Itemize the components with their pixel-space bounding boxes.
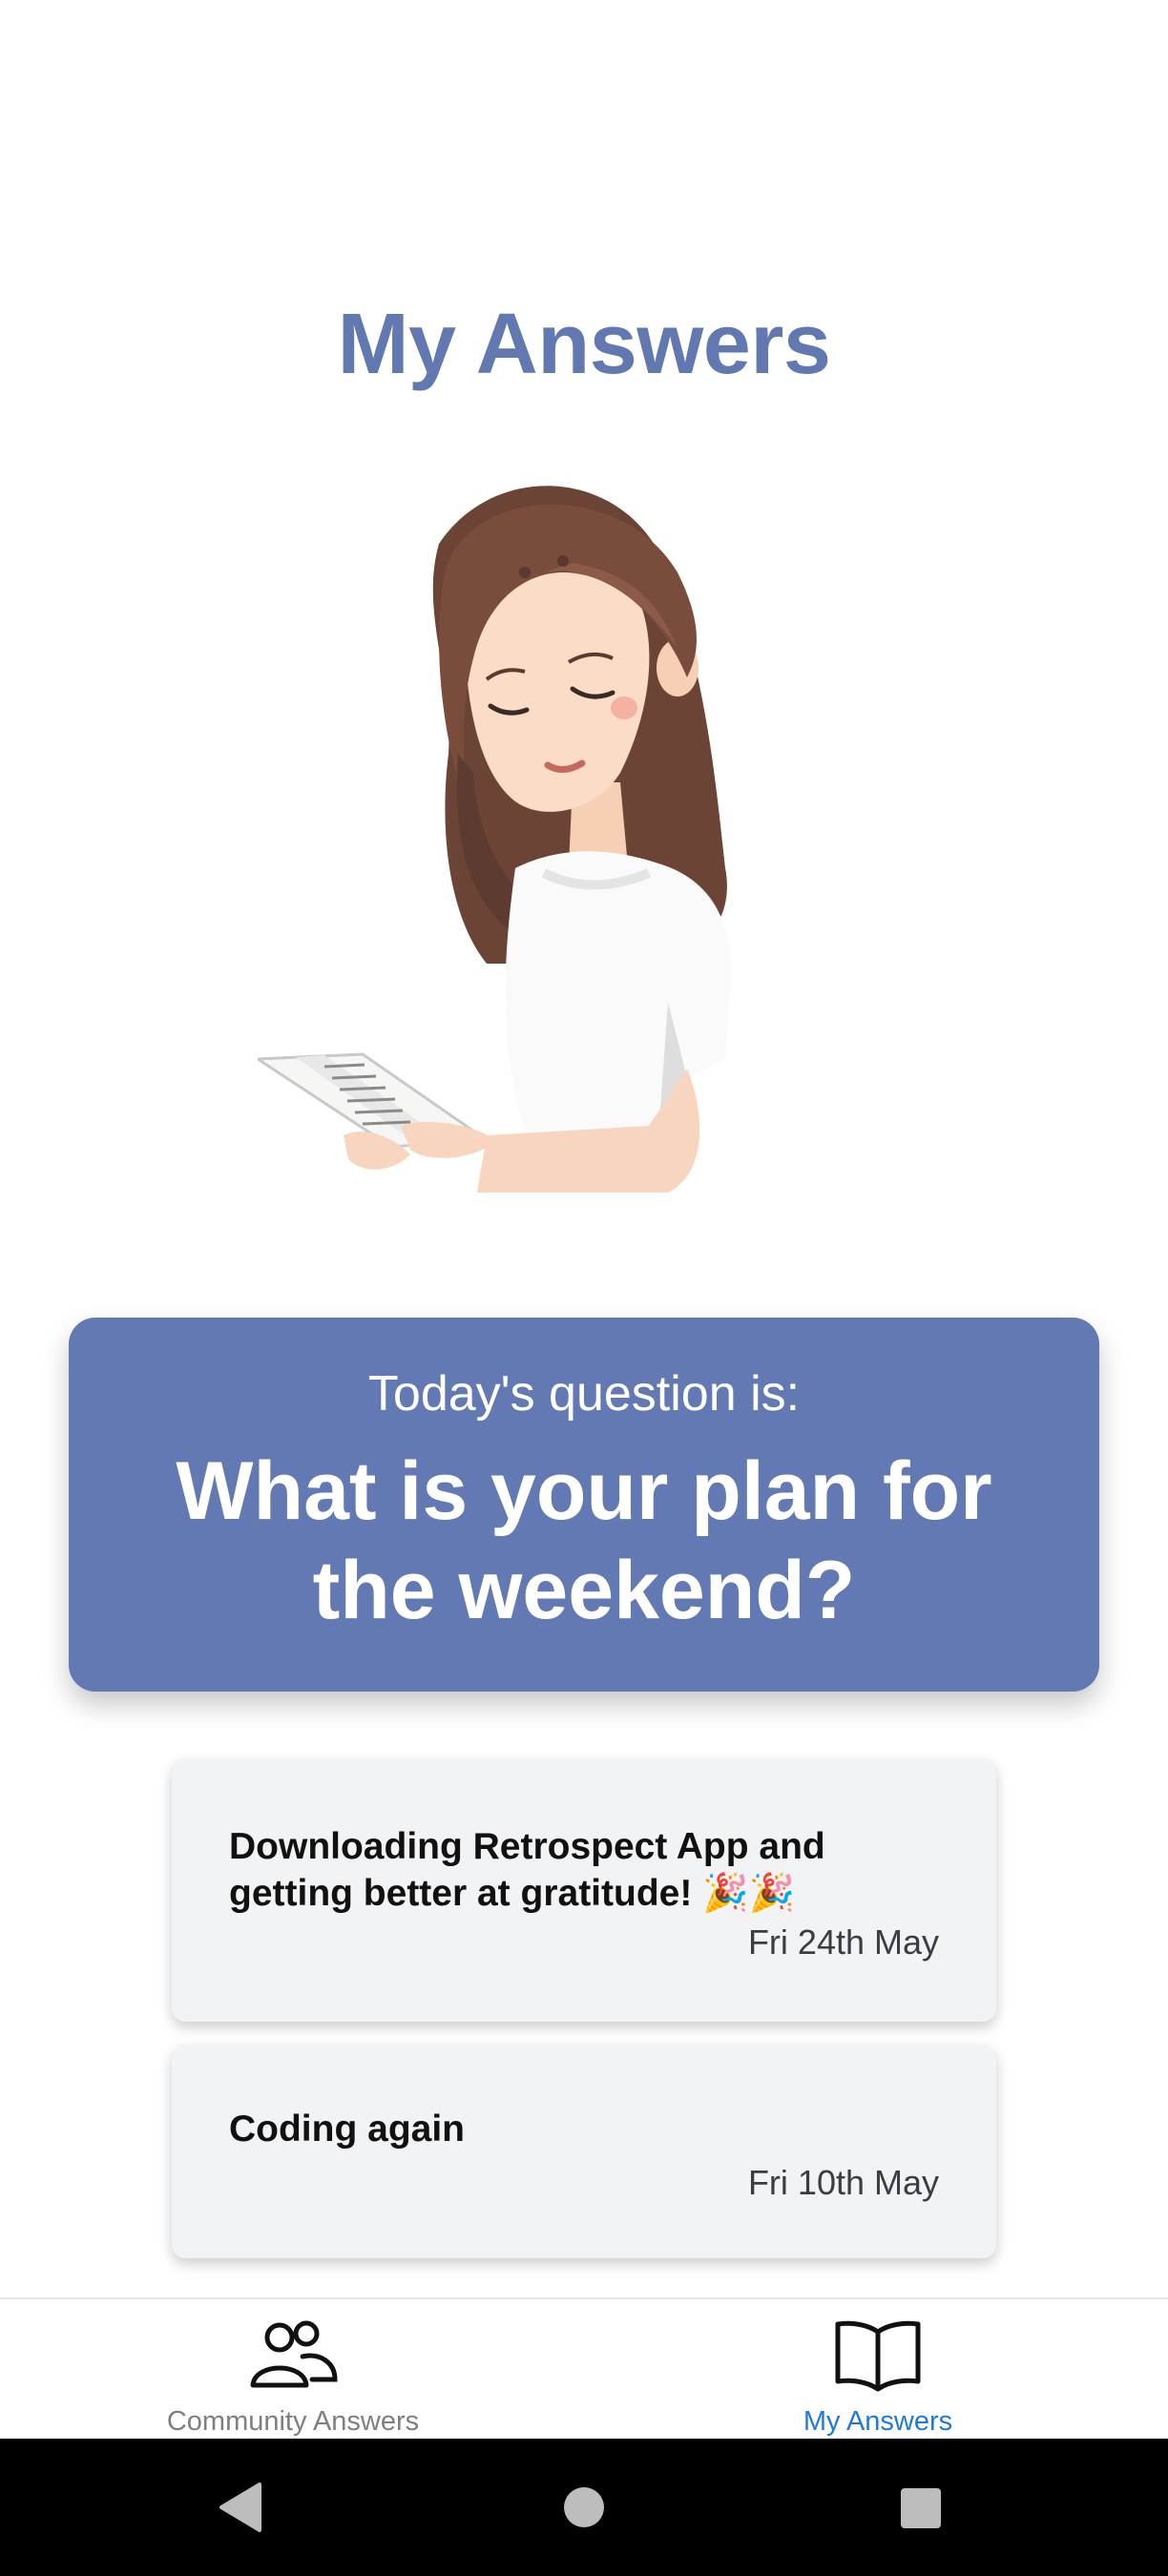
nav-community-answers[interactable]: Community Answers xyxy=(54,2299,532,2441)
answer-card[interactable]: Downloading Retrospect App and getting b… xyxy=(172,1758,996,2022)
system-navigation-bar xyxy=(0,2439,1168,2576)
my-answers-screen: My Answers Today's question is: What is … xyxy=(0,0,1168,2576)
people-icon xyxy=(250,2320,338,2388)
todays-question-card: Today's question is: What is your plan f… xyxy=(69,1318,1099,1692)
answer-text: Coding again xyxy=(229,2109,465,2150)
question-text: What is your plan for the weekend? xyxy=(176,1445,992,1636)
nav-my-answers[interactable]: My Answers xyxy=(639,2299,1116,2441)
home-icon[interactable] xyxy=(527,2439,641,2576)
open-book-icon xyxy=(835,2320,921,2392)
nav-label-my-answers: My Answers xyxy=(803,2406,953,2437)
page-title: My Answers xyxy=(337,297,831,392)
answer-date: Fri 24th May xyxy=(747,1922,939,1962)
answer-text: Downloading Retrospect App and getting b… xyxy=(229,1826,825,1914)
nav-label-community: Community Answers xyxy=(166,2406,420,2437)
bottom-navigation: Community Answers My Answers xyxy=(0,2297,1168,2439)
recent-apps-icon[interactable] xyxy=(863,2439,977,2576)
question-intro: Today's question is: xyxy=(367,1366,801,1422)
back-icon[interactable] xyxy=(187,2439,302,2576)
woman-reading-illustration xyxy=(258,486,731,1193)
answer-date: Fri 10th May xyxy=(747,2163,939,2202)
answer-card[interactable]: Coding again Fri 10th May xyxy=(172,2045,996,2258)
